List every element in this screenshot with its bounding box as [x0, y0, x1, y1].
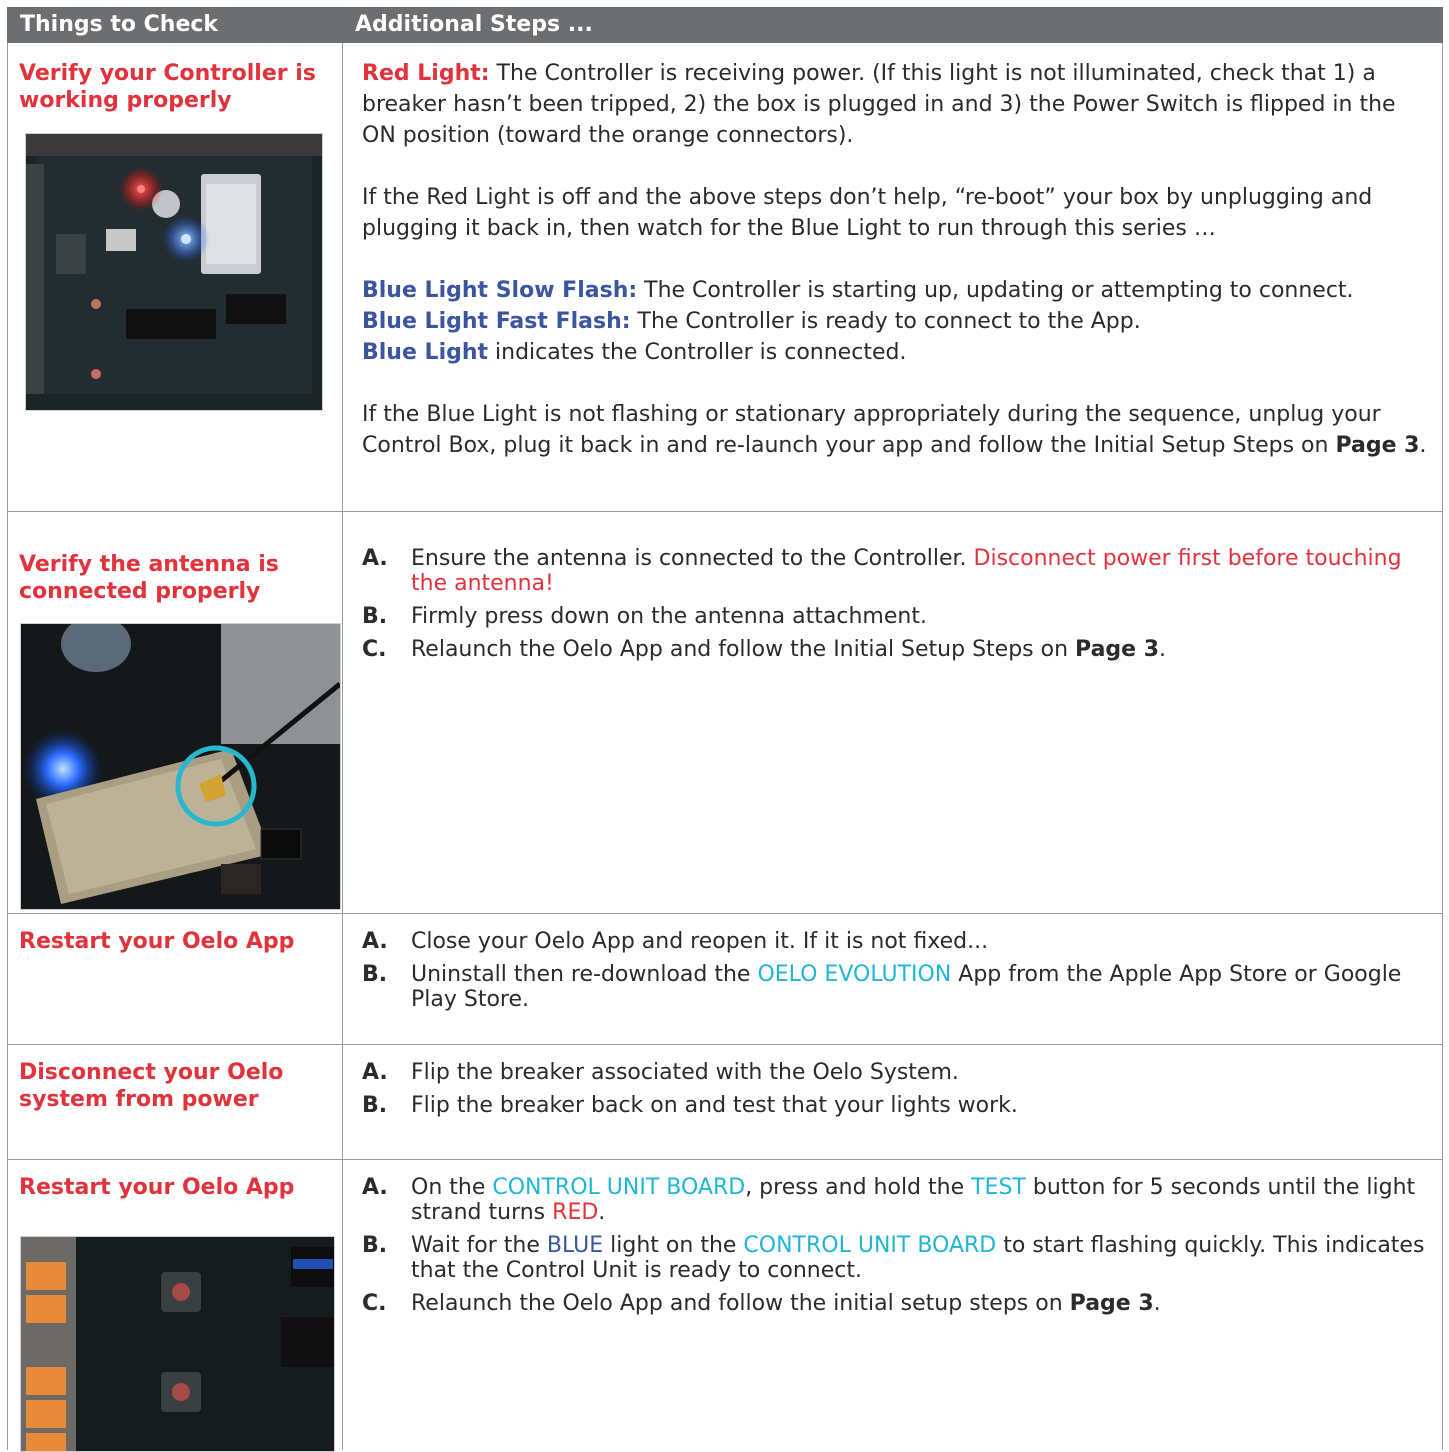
check-antenna: Verify the antenna is connected properly: [19, 552, 279, 604]
page-reference: Page 3: [1075, 637, 1160, 662]
check-restart-app-2: Restart your Oelo App: [19, 1175, 295, 1200]
board-name: CONTROL UNIT BOARD: [492, 1175, 746, 1200]
antenna-steps: A. Ensure the antenna is connected to the…: [362, 546, 1432, 670]
blue-solid: Blue Light indicates the Controller is c…: [362, 340, 907, 365]
red-light-paragraph: Red Light: The Controller is receiving p…: [362, 61, 1396, 148]
list-item: C. Relaunch the Oelo App and follow the I…: [362, 637, 1167, 662]
blue-slow-flash: Blue Light Slow Flash: The Controller is…: [362, 278, 1354, 303]
reset-step-list: A. On the CONTROL UNIT BOARD, press and h…: [362, 1175, 1432, 1316]
list-item: B. Uninstall then re-download the OELO EV…: [362, 962, 1402, 1012]
restart-app-2-steps: A. On the CONTROL UNIT BOARD, press and h…: [362, 1175, 1432, 1324]
antenna-photo: [20, 623, 341, 910]
page-reference: Page 3: [1335, 433, 1420, 458]
blue-fast-flash: Blue Light Fast Flash: The Controller is…: [362, 309, 1141, 334]
list-item: A. On the CONTROL UNIT BOARD, press and h…: [362, 1175, 1416, 1225]
check-restart-app: Restart your Oelo App: [19, 929, 295, 954]
restart-app-steps: A. Close your Oelo App and reopen it. If …: [362, 929, 1432, 1020]
list-item: A. Flip the breaker associated with the O…: [362, 1060, 959, 1085]
troubleshooting-table: Things to Check Additional Steps ... Ver…: [0, 0, 1449, 1452]
test-button-name: TEST: [971, 1175, 1026, 1200]
row-divider: [7, 1044, 1443, 1045]
table-border-right: [1442, 43, 1443, 1450]
header-things-to-check: Things to Check: [20, 12, 219, 37]
red-color-word: RED: [552, 1200, 599, 1225]
controller-steps: Red Light: The Controller is receiving p…: [362, 58, 1432, 461]
app-name: OELO EVOLUTION: [757, 962, 952, 987]
board-name: CONTROL UNIT BOARD: [743, 1233, 997, 1258]
list-item: C. Relaunch the Oelo App and follow the i…: [362, 1291, 1161, 1316]
final-paragraph: If the Blue Light is not flashing or sta…: [362, 402, 1427, 458]
check-disconnect-power: Disconnect your Oelo system from power: [19, 1060, 284, 1112]
row-divider: [7, 1159, 1443, 1160]
disconnect-step-list: A. Flip the breaker associated with the O…: [362, 1060, 1432, 1118]
table-header: Things to Check Additional Steps ...: [7, 7, 1443, 43]
blue-color-word: BLUE: [546, 1233, 604, 1258]
antenna-step-list: A. Ensure the antenna is connected to the…: [362, 546, 1432, 662]
column-divider: [342, 43, 343, 1450]
check-controller: Verify your Controller is working proper…: [19, 61, 316, 113]
page-reference: Page 3: [1069, 1291, 1154, 1316]
row-divider: [7, 913, 1443, 914]
table-border-left: [7, 43, 8, 1450]
list-item: B. Flip the breaker back on and test that…: [362, 1093, 1018, 1118]
reboot-paragraph: If the Red Light is off and the above st…: [362, 185, 1373, 241]
row-divider: [7, 511, 1443, 512]
header-additional-steps: Additional Steps ...: [355, 12, 593, 37]
list-item: A. Close your Oelo App and reopen it. If …: [362, 929, 989, 954]
list-item: B. Wait for the BLUE light on the CONTROL…: [362, 1233, 1425, 1283]
restart-step-list: A. Close your Oelo App and reopen it. If …: [362, 929, 1432, 1012]
test-button-photo: [20, 1236, 335, 1452]
controller-board-photo: [25, 133, 323, 411]
disconnect-steps: A. Flip the breaker associated with the O…: [362, 1060, 1432, 1126]
red-light-label: Red Light:: [362, 61, 490, 86]
list-item: B. Firmly press down on the antenna attac…: [362, 604, 927, 629]
list-item: A. Ensure the antenna is connected to the…: [362, 546, 1402, 596]
